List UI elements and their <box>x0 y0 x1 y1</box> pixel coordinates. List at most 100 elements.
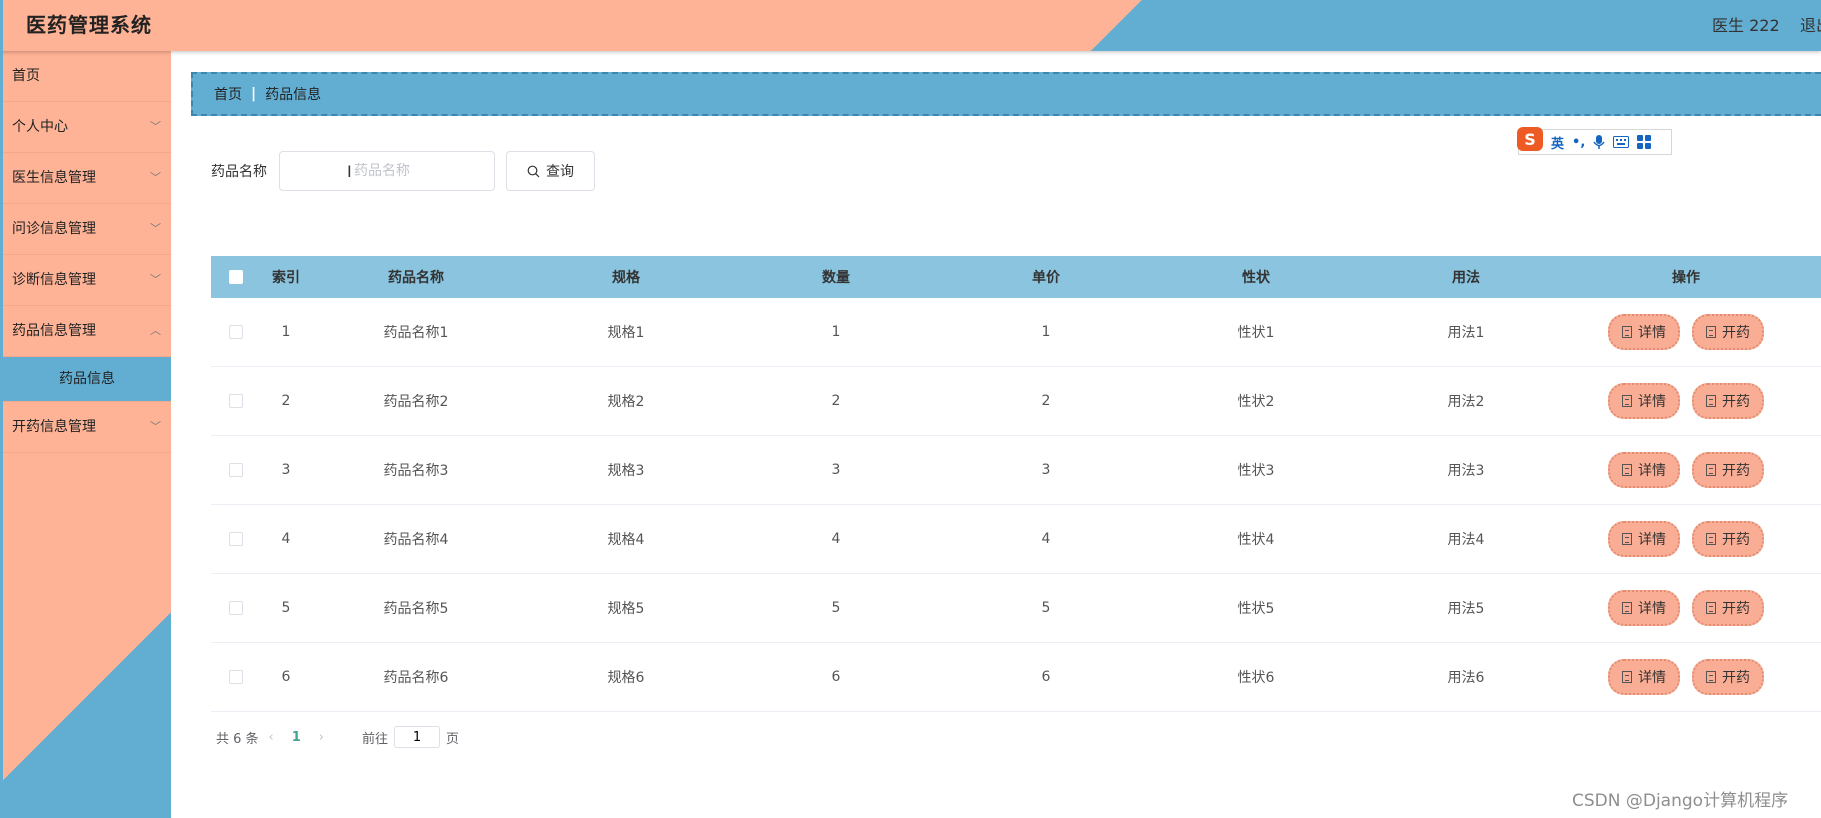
cell-usage: 用法5 <box>1447 601 1485 617</box>
cell-index: 6 <box>281 669 291 685</box>
row-select-cell <box>211 325 261 339</box>
prev-page-icon[interactable]: ‹ <box>269 730 274 745</box>
detail-button[interactable]: 详情 <box>1608 659 1680 695</box>
search-label: 药品名称 <box>211 164 267 180</box>
cell-spec: 规格2 <box>607 394 645 410</box>
table-row: 6 药品名称6 规格6 6 6 性状6 用法6 详情 开药 <box>211 643 1821 712</box>
goto-suffix: 页 <box>446 731 460 747</box>
sidebar-item-doctor-management[interactable]: 医生信息管理 ﹀ <box>3 153 171 204</box>
cell-drug-name: 药品名称4 <box>383 532 449 548</box>
sidebar-item-personal-center[interactable]: 个人中心 ﹀ <box>3 102 171 153</box>
ime-punctuation-toggle[interactable]: •, <box>1572 135 1585 150</box>
cell-unit-price: 2 <box>1041 393 1051 409</box>
sidebar-item-label: 诊断信息管理 <box>12 272 96 288</box>
prescribe-button-label: 开药 <box>1722 532 1750 548</box>
row-checkbox[interactable] <box>229 532 243 546</box>
detail-button[interactable]: 详情 <box>1608 521 1680 557</box>
sogou-logo-icon[interactable]: S <box>1517 127 1543 151</box>
cell-index: 4 <box>281 531 291 547</box>
prescribe-button[interactable]: 开药 <box>1692 383 1764 419</box>
document-icon <box>1622 395 1632 407</box>
prescribe-button-label: 开药 <box>1722 463 1750 479</box>
detail-button[interactable]: 详情 <box>1608 314 1680 350</box>
cell-spec: 规格4 <box>607 532 645 548</box>
pagination: 共 6 条 ‹ 1 › 前往 页 <box>216 726 459 748</box>
sidebar-item-label: 个人中心 <box>12 119 68 135</box>
row-select-cell <box>211 670 261 684</box>
detail-button[interactable]: 详情 <box>1608 452 1680 488</box>
sidebar-item-drug-management[interactable]: 药品信息管理 ︿ <box>3 306 171 357</box>
select-all-checkbox[interactable] <box>229 270 243 284</box>
cell-unit-price: 6 <box>1041 669 1051 685</box>
cell-spec: 规格3 <box>607 463 645 479</box>
cell-actions: 详情 开药 <box>1571 314 1801 350</box>
detail-button[interactable]: 详情 <box>1608 590 1680 626</box>
grid-icon[interactable] <box>1637 135 1652 149</box>
breadcrumb-home[interactable]: 首页 <box>214 84 242 104</box>
prescribe-button[interactable]: 开药 <box>1692 659 1764 695</box>
logout-link[interactable]: 退出 <box>1800 12 1821 36</box>
cell-property: 性状1 <box>1237 325 1275 341</box>
column-header: 单价 <box>1032 270 1060 286</box>
cell-index: 1 <box>281 324 291 340</box>
next-page-icon[interactable]: › <box>319 730 324 745</box>
cell-drug-name: 药品名称5 <box>383 601 449 617</box>
detail-button[interactable]: 详情 <box>1608 383 1680 419</box>
detail-button-label: 详情 <box>1638 601 1666 617</box>
detail-button-label: 详情 <box>1638 394 1666 410</box>
breadcrumb: 首页 | 药品信息 <box>191 72 1821 116</box>
prescribe-button[interactable]: 开药 <box>1692 314 1764 350</box>
row-select-cell <box>211 601 261 615</box>
cell-property: 性状3 <box>1237 463 1275 479</box>
sidebar-item-diagnosis-management[interactable]: 诊断信息管理 ﹀ <box>3 255 171 306</box>
table-row: 1 药品名称1 规格1 1 1 性状1 用法1 详情 开药 <box>211 298 1821 367</box>
ime-mode-toggle[interactable]: 英 <box>1551 133 1564 152</box>
sidebar-subitem-drug-info[interactable]: 药品信息 <box>3 357 171 402</box>
cell-actions: 详情 开药 <box>1571 452 1801 488</box>
row-checkbox[interactable] <box>229 670 243 684</box>
page-number-current[interactable]: 1 <box>292 730 301 745</box>
cell-usage: 用法4 <box>1447 532 1485 548</box>
keyboard-icon[interactable] <box>1613 136 1630 148</box>
cell-drug-name: 药品名称3 <box>383 463 449 479</box>
sidebar: 首页 个人中心 ﹀ 医生信息管理 ﹀ 问诊信息管理 ﹀ 诊断信息管理 ﹀ 药品信… <box>3 51 171 818</box>
sidebar-item-home[interactable]: 首页 <box>3 51 171 102</box>
breadcrumb-separator: | <box>251 86 257 102</box>
row-select-cell <box>211 394 261 408</box>
cell-actions: 详情 开药 <box>1571 590 1801 626</box>
cell-actions: 详情 开药 <box>1571 659 1801 695</box>
cell-quantity: 6 <box>831 669 841 685</box>
chevron-down-icon: ﹀ <box>150 420 161 433</box>
row-checkbox[interactable] <box>229 325 243 339</box>
row-checkbox[interactable] <box>229 463 243 477</box>
cell-actions: 详情 开药 <box>1571 383 1801 419</box>
cell-quantity: 2 <box>831 393 841 409</box>
document-icon <box>1622 671 1632 683</box>
document-icon <box>1622 464 1632 476</box>
cell-usage: 用法6 <box>1447 670 1485 686</box>
column-header: 用法 <box>1452 270 1480 286</box>
prescribe-button[interactable]: 开药 <box>1692 590 1764 626</box>
prescribe-button[interactable]: 开药 <box>1692 521 1764 557</box>
watermark: CSDN @Django计算机程序 <box>1572 791 1789 811</box>
pagination-total: 共 6 条 <box>216 731 259 747</box>
cell-unit-price: 1 <box>1041 324 1051 340</box>
microphone-icon[interactable] <box>1593 134 1605 150</box>
table-row: 3 药品名称3 规格3 3 3 性状3 用法3 详情 开药 <box>211 436 1821 505</box>
sidebar-item-prescription-management[interactable]: 开药信息管理 ﹀ <box>3 402 171 453</box>
row-select-cell <box>211 463 261 477</box>
search-input[interactable] <box>279 151 495 191</box>
chevron-down-icon: ﹀ <box>150 171 161 184</box>
query-button[interactable]: 查询 <box>506 151 595 191</box>
row-checkbox[interactable] <box>229 394 243 408</box>
column-header: 数量 <box>822 270 850 286</box>
sidebar-item-consultation-management[interactable]: 问诊信息管理 ﹀ <box>3 204 171 255</box>
prescribe-button-label: 开药 <box>1722 325 1750 341</box>
row-checkbox[interactable] <box>229 601 243 615</box>
ime-toolbar: S 英 •, <box>1517 127 1672 155</box>
table-row: 5 药品名称5 规格5 5 5 性状5 用法5 详情 开药 <box>211 574 1821 643</box>
cell-quantity: 3 <box>831 462 841 478</box>
goto-page-input[interactable] <box>394 726 441 748</box>
prescribe-button[interactable]: 开药 <box>1692 452 1764 488</box>
cell-quantity: 4 <box>831 531 841 547</box>
